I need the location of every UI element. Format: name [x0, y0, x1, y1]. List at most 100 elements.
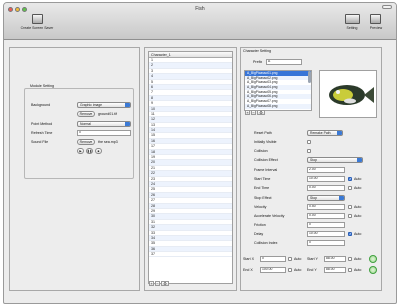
title-bar: Fish Create Screen Saver Setting Preview [4, 3, 396, 40]
collision-checkbox[interactable] [307, 149, 311, 153]
dropdown-arrow-icon [339, 196, 344, 200]
start-y-auto-checkbox[interactable] [348, 257, 352, 261]
character-preview-image [319, 70, 377, 118]
character-setting-panel: Character Setting Prefix A A_BigPicasso0… [240, 47, 382, 291]
collision-effect-select[interactable]: Stop [307, 157, 363, 163]
end-y-label: End Y [307, 268, 317, 272]
create-screen-saver-label: Create Screen Saver [20, 26, 54, 30]
character-rows: 1 2 3 4 5 6 7 8 9 10 11 12 13 14 15 16 17 18 19 20 21 22 23 24 2… [149, 58, 232, 258]
start-time-field[interactable]: 10.00 [307, 176, 345, 182]
delay-label: Delay [254, 232, 264, 236]
end-y-field[interactable]: 88.00 [324, 267, 346, 273]
pick-start-point-icon[interactable] [369, 255, 377, 263]
reset-path-select[interactable]: Remake Path [307, 130, 343, 136]
end-x-auto-label: Auto [294, 268, 302, 272]
background-label: Background [31, 103, 51, 107]
remove-sound-button[interactable]: Remove [77, 139, 95, 145]
frame-file-rows: A_BigPicasso01.png A_BigPicasso02.png A_Bi… [245, 71, 311, 109]
end-y-auto-checkbox[interactable] [348, 268, 352, 272]
delay-field[interactable]: 10.00 [307, 231, 345, 237]
end-time-label: End Time [254, 186, 270, 190]
delay-auto-label: Auto [354, 232, 362, 236]
initially-visible-checkbox[interactable] [307, 140, 311, 144]
end-time-auto-checkbox[interactable] [348, 186, 352, 190]
background-select-value: Graphic image [80, 103, 103, 107]
module-setting-heading: Module Setting [29, 84, 55, 88]
window-title: Fish [195, 6, 205, 12]
frame-file-list[interactable]: A_BigPicasso01.png A_BigPicasso02.png A_Bi… [244, 70, 312, 111]
dropdown-arrow-icon [125, 103, 130, 107]
collision-label: Collision [254, 149, 268, 153]
pick-end-point-icon[interactable] [369, 266, 377, 274]
accelerate-auto-checkbox[interactable] [348, 214, 352, 218]
module-setting-box: Module Setting Background Graphic image … [24, 84, 134, 179]
point-method-value: Normal [80, 122, 91, 126]
collision-index-field[interactable]: 0 [307, 240, 345, 246]
character-table[interactable]: Character_1 1 2 3 4 5 6 7 8 9 10 11 12 13 14 15 16 17 18 1… [148, 51, 233, 284]
accelerate-velocity-field[interactable]: 0.00 [307, 213, 345, 219]
character-row[interactable]: 37 [149, 252, 232, 258]
sound-file-name: the sea.mp3 [98, 140, 118, 144]
stop-icon[interactable]: ■ [95, 148, 102, 154]
frame-interval-field[interactable]: 2.00 [307, 167, 345, 173]
collision-effect-label: Collision Effect [254, 158, 278, 162]
reset-path-value: Remake Path [310, 131, 331, 135]
collision-index-label: Collision Index [254, 241, 278, 245]
stop-effect-select[interactable]: Stop [307, 195, 345, 201]
end-x-auto-checkbox[interactable] [288, 268, 292, 272]
reset-path-label: Reset Path [254, 131, 272, 135]
start-y-label: Start Y [307, 257, 318, 261]
accelerate-velocity-label: Accelerate Velocity [254, 214, 285, 218]
refresh-time-field[interactable]: 0 [77, 130, 131, 136]
background-select[interactable]: Graphic image [77, 102, 131, 108]
end-time-auto-label: Auto [354, 186, 362, 190]
start-x-auto-checkbox[interactable] [288, 257, 292, 261]
stop-effect-value: Stop [310, 196, 317, 200]
add-character-button[interactable]: + [149, 281, 154, 286]
gear-icon[interactable]: ⚙ [257, 110, 265, 115]
velocity-field[interactable]: 0.50 [307, 204, 345, 210]
start-time-auto-checkbox[interactable] [348, 177, 352, 181]
point-method-select[interactable]: Normal [77, 121, 131, 127]
end-x-label: End X [243, 268, 253, 272]
collision-effect-value: Stop [310, 158, 317, 162]
toolbar-toggle-icon[interactable] [382, 5, 392, 9]
start-y-auto-label: Auto [354, 257, 362, 261]
app-window: Fish Create Screen Saver Setting Preview… [3, 2, 397, 304]
start-x-field[interactable]: 0 [260, 256, 286, 262]
dropdown-arrow-icon [125, 122, 130, 126]
start-y-field[interactable]: 88.00 [324, 256, 346, 262]
initially-visible-label: Initially Visible [254, 140, 277, 144]
friction-label: Friction [254, 223, 266, 227]
frame-file-row[interactable]: A_BigPicasso08.png [245, 103, 311, 109]
setting-icon[interactable] [345, 14, 360, 24]
character-list-panel: Character_1 1 2 3 4 5 6 7 8 9 10 11 12 13 14 15 16 17 18 1… [144, 47, 237, 291]
list-scrollbar[interactable] [308, 71, 311, 83]
end-x-field[interactable]: 100.00 [260, 267, 286, 273]
module-panel: Module Setting Background Graphic image … [9, 47, 140, 291]
friction-field[interactable]: 0 [307, 222, 345, 228]
remove-file-button[interactable]: − [251, 110, 256, 115]
prefix-field[interactable]: A [266, 59, 302, 65]
velocity-auto-checkbox[interactable] [348, 205, 352, 209]
start-time-label: Start Time [254, 177, 271, 181]
dropdown-arrow-icon [357, 158, 362, 162]
remove-background-button[interactable]: Remove [77, 111, 95, 117]
stop-effect-label: Stop Effect [254, 196, 272, 200]
end-time-field[interactable]: 0.00 [307, 185, 345, 191]
gear-icon[interactable]: ⚙ [161, 281, 169, 286]
frame-interval-label: Frame Interval [254, 168, 278, 172]
character-setting-heading: Character Setting [243, 49, 271, 53]
fish-icon [329, 85, 374, 105]
screen-saver-icon[interactable] [32, 14, 43, 24]
pause-icon[interactable]: ❚❚ [86, 148, 93, 154]
play-icon[interactable]: ▶ [77, 148, 84, 154]
delay-auto-checkbox[interactable] [348, 232, 352, 236]
start-time-auto-label: Auto [354, 177, 362, 181]
remove-character-button[interactable]: − [155, 281, 160, 286]
end-y-auto-label: Auto [354, 268, 362, 272]
dropdown-arrow-icon [337, 131, 342, 135]
preview-icon[interactable] [370, 14, 381, 24]
preview-label: Preview [369, 26, 383, 30]
add-file-button[interactable]: + [245, 110, 250, 115]
